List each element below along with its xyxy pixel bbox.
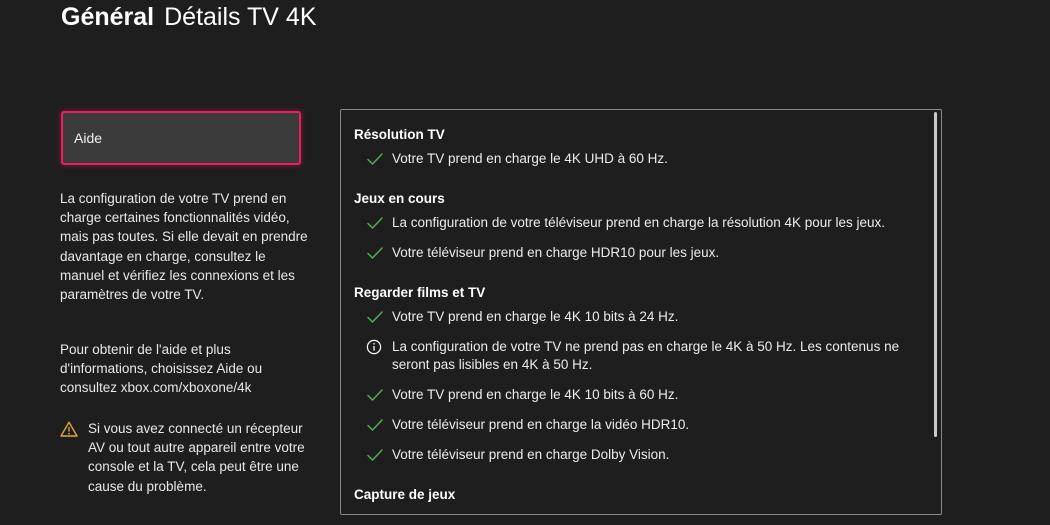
warning-note: Si vous avez connecté un récepteur AV ou… (60, 419, 310, 496)
group-title: Jeux en cours (354, 191, 445, 206)
detail-item-text: La configuration de votre TV ne prend pa… (392, 339, 900, 372)
help-button-label: Aide (74, 130, 103, 146)
detail-item-text: Votre TV prend en charge le 4K 10 bits à… (392, 309, 679, 324)
detail-item-text: Votre téléviseur prend en charge Dolby V… (392, 447, 670, 462)
check-icon (366, 386, 386, 404)
detail-group: Jeux en cours La configuration de votre t… (354, 190, 924, 262)
warning-text: Si vous avez connecté un récepteur AV ou… (88, 421, 305, 494)
page-title: Détails TV 4K (164, 2, 317, 31)
group-title: Regarder films et TV (354, 285, 486, 300)
check-icon (366, 446, 386, 464)
detail-group: Résolution TV Votre TV prend en charge le… (354, 126, 924, 168)
check-icon (366, 416, 386, 434)
detail-item-text: Votre téléviseur prend en charge la vidé… (392, 417, 690, 432)
help-info-paragraph: Pour obtenir de l'aide et plus d'informa… (60, 342, 263, 396)
description-paragraph: La configuration de votre TV prend en ch… (60, 191, 308, 303)
detail-item-text: Votre téléviseur prend en charge HDR10 p… (392, 245, 720, 260)
detail-item: Votre téléviseur prend en charge la vidé… (354, 416, 924, 434)
detail-item-text: La configuration de votre téléviseur pre… (392, 215, 886, 230)
detail-item: Votre TV prend en charge le 4K 10 bits à… (354, 386, 924, 404)
group-title: Résolution TV (354, 127, 445, 142)
details-panel[interactable]: Résolution TV Votre TV prend en charge le… (340, 109, 942, 515)
detail-item: La configuration de votre TV ne prend pa… (354, 338, 924, 374)
detail-item-text: Votre TV prend en charge le 4K UHD à 60 … (392, 151, 668, 166)
check-icon (366, 308, 386, 326)
section-title: Général (61, 2, 155, 31)
check-icon (366, 214, 386, 232)
page-header: Général Détails TV 4K (61, 0, 317, 34)
detail-item: Votre TV prend en charge le 4K UHD à 60 … (354, 150, 924, 168)
group-title: Capture de jeux (354, 487, 456, 502)
info-icon (366, 338, 386, 356)
warning-icon (60, 419, 88, 496)
detail-item: Votre TV prend en charge le 4K 10 bits à… (354, 308, 924, 326)
detail-item-text: Votre TV prend en charge le 4K 10 bits à… (392, 387, 679, 402)
details-list: Résolution TV Votre TV prend en charge le… (354, 126, 924, 503)
help-button[interactable]: Aide (61, 111, 301, 165)
detail-item: Votre téléviseur prend en charge HDR10 p… (354, 244, 924, 262)
check-icon (366, 150, 386, 168)
detail-item: La configuration de votre téléviseur pre… (354, 214, 924, 232)
scrollbar[interactable] (934, 112, 937, 437)
detail-group: Capture de jeux (354, 486, 924, 503)
detail-item: Votre téléviseur prend en charge Dolby V… (354, 446, 924, 464)
detail-group: Regarder films et TV Votre TV prend en ch… (354, 284, 924, 464)
check-icon (366, 244, 386, 262)
